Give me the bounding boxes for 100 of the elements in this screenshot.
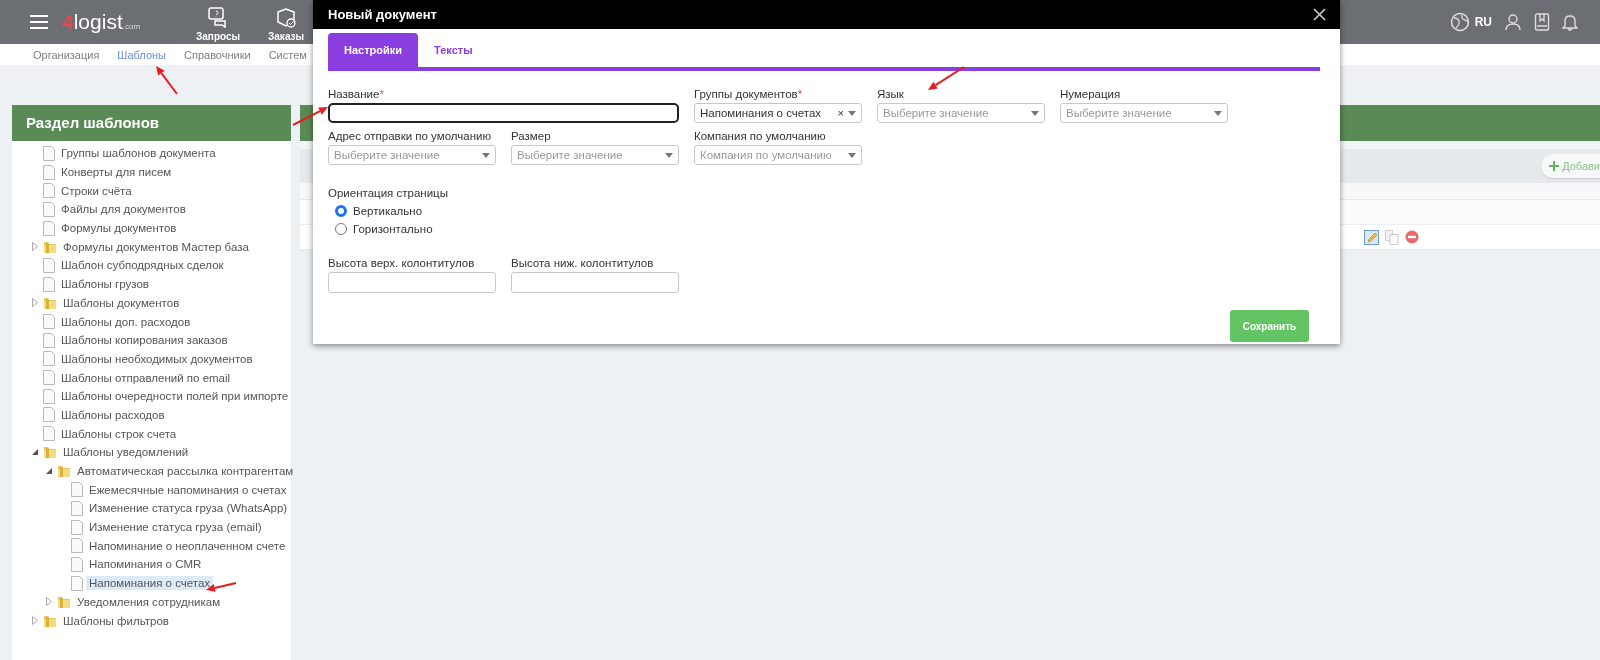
document-icon [71,556,83,572]
document-icon [71,500,83,516]
dropdown-caret-icon [665,152,673,158]
language-label: RU [1474,15,1492,29]
field-label: Название* [328,88,385,100]
document-icon [43,145,55,161]
tree-item[interactable]: Автоматическая рассылка контрагентам [74,464,297,479]
box-check-icon [275,6,298,28]
tab[interactable]: Тексты [418,33,489,67]
tree-item[interactable]: Шаблоны отправлений по email [58,370,234,385]
tree-item[interactable]: Формулы документов Мастер база [60,239,252,254]
menu-icon[interactable] [30,15,48,29]
tree-item[interactable]: Файлы для документов [58,202,189,217]
collapsed-toggle-icon[interactable] [32,616,38,626]
dropdown-caret-icon [482,152,490,158]
field-label: Высота ниж. колонтитулов [511,257,655,269]
plus-icon [1549,161,1560,171]
document-icon [43,332,55,348]
folder-icon [57,464,71,479]
tree-item[interactable]: Шаблоны уведомлений [60,445,192,460]
globe-icon[interactable] [1449,12,1470,32]
document-icon [43,351,55,367]
user-icon[interactable] [1504,13,1522,31]
document-icon [43,201,55,217]
tree-item[interactable]: Шаблоны документов [60,295,183,310]
tree-item[interactable]: Напоминания о счетах [86,576,214,591]
tree-item[interactable]: Изменение статуса груза (WhatsApp) [86,501,291,516]
document-icon [43,276,55,292]
annotation-arrow [928,66,965,90]
collapsed-toggle-icon[interactable] [32,242,38,252]
document-icon [43,314,55,330]
folder-icon [57,594,71,609]
dropdown-caret-icon [1214,110,1222,116]
delete-icon[interactable] [1405,230,1419,244]
select-field[interactable]: Напоминания о счетах × [694,103,862,123]
field-label: Язык [877,88,905,100]
tree-item[interactable]: Шаблоны фильтров [60,613,172,628]
tab[interactable]: Настройки [328,33,419,67]
document-icon [43,426,55,442]
tree-item[interactable]: Шаблоны грузов [58,277,152,292]
tree-item[interactable]: Шаблоны доп. расходов [58,314,194,329]
field-label: Размер [511,130,552,142]
collapsed-toggle-icon[interactable] [46,597,52,607]
field-label: Нумерация [1060,88,1122,100]
tree-item[interactable]: Шаблон субподрядных сделок [58,258,227,273]
nav-tab[interactable]: Систем [268,48,307,61]
dropdown-caret-icon [848,152,856,158]
tree-item[interactable]: Формулы документов [58,221,180,236]
expanded-toggle-icon[interactable] [32,449,38,456]
text-field[interactable] [328,103,679,123]
tree-item[interactable]: Группы шаблонов документа [58,146,219,161]
tree-item[interactable]: Шаблоны строк счета [58,426,180,441]
annotation-arrow [292,107,328,126]
document-icon [71,538,83,554]
tree-item[interactable]: Шаблоны очередности полей при импорте [58,389,292,404]
nav-tab[interactable]: Справочники [184,48,251,61]
tree-item[interactable]: Уведомления сотрудникам [74,594,224,609]
tree-item[interactable]: Шаблоны необходимых документов [58,351,256,366]
field-label: Группы документов* [694,88,804,100]
nav-item[interactable]: Запросы [184,2,253,42]
edit-icon[interactable] [1364,229,1379,245]
bell-icon[interactable] [1562,13,1578,31]
folder-icon [43,295,57,310]
tree-item[interactable]: Шаблоны копирования заказов [58,333,231,348]
nav-item[interactable]: Заказы [252,2,321,42]
field-label: Компания по умолчанию [694,130,827,142]
panel-header: Раздел шаблонов [12,105,291,141]
radio-label[interactable]: Вертикально [353,205,423,217]
document-icon [71,575,83,591]
document-icon [43,370,55,386]
tree-item[interactable]: Изменение статуса груза (email) [86,520,265,535]
document-icon [43,257,55,273]
document-icon [43,407,55,423]
tree-item[interactable]: Напоминания о CMR [86,557,205,572]
dropdown-caret-icon [848,110,856,116]
collapsed-toggle-icon[interactable] [32,298,38,308]
group-label: Ориентация страницы [328,187,449,199]
radio-button[interactable] [335,205,347,217]
logo[interactable]: 4logist.com [62,10,141,34]
document-icon [71,519,83,535]
radio-label[interactable]: Горизонтально [353,223,433,235]
nav-tab[interactable]: Организация [33,48,100,61]
document-icon [43,164,55,180]
field-label: Адрес отправки по умолчанию [328,130,493,142]
tree-item[interactable]: Строки счёта [58,183,135,198]
tree-item[interactable]: Ежемесячные напоминания о счетах [86,482,290,497]
dropdown-caret-icon [1031,110,1039,116]
dialog-title: Новый документ [328,7,437,22]
expanded-toggle-icon[interactable] [46,468,52,475]
book-icon[interactable] [1534,13,1550,31]
tree-item[interactable]: Напоминание о неоплаченном счете [86,538,289,553]
tree-item[interactable]: Шаблоны расходов [58,407,168,422]
close-icon[interactable] [1313,8,1326,21]
document-icon [43,388,55,404]
folder-icon [43,445,57,460]
annotation-arrow [156,66,178,95]
document-icon [71,482,83,498]
document-icon [43,220,55,236]
tree-item[interactable]: Конверты для писем [58,165,175,180]
field-label: Высота верх. колонтитулов [328,257,476,269]
